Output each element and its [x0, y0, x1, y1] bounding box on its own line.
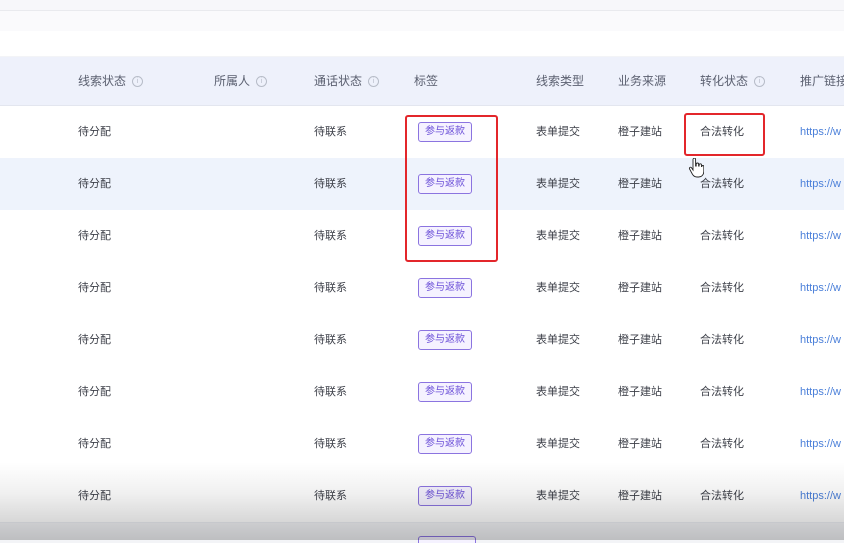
promo-link[interactable]: https://w: [800, 470, 841, 522]
source-cell: 橙子建站: [618, 230, 662, 242]
promo-link[interactable]: https://w: [800, 366, 841, 418]
call-status-cell: 待联系: [314, 490, 347, 502]
conversion-status-cell: 合法转化: [700, 490, 744, 502]
info-icon[interactable]: i: [256, 76, 268, 88]
promo-link[interactable]: https://w: [800, 210, 841, 262]
table-row[interactable]: 待分配 待联系 参与返款 表单提交 橙子建站 合法转化 https://w: [0, 470, 844, 523]
call-status-cell: 待联系: [314, 386, 347, 398]
tag-badge[interactable]: 参与返款: [418, 382, 472, 402]
lead-type-cell: 表单提交: [536, 126, 580, 138]
filter-bar: [0, 10, 844, 32]
conversion-status-cell: 合法转化: [700, 178, 744, 190]
column-header-owner: 所属人 i: [214, 57, 268, 105]
lead-status-cell: 待分配: [78, 490, 111, 502]
column-header-lead-status: 线索状态 i: [78, 57, 144, 105]
source-cell: 橙子建站: [618, 178, 662, 190]
conversion-status-cell: 合法转化: [700, 438, 744, 450]
toolbar-area: [0, 31, 844, 56]
lead-type-cell: 表单提交: [536, 230, 580, 242]
lead-type-cell: 表单提交: [536, 438, 580, 450]
lead-status-cell: 待分配: [78, 126, 111, 138]
column-header-promo-link: 推广链接: [800, 74, 844, 88]
promo-link[interactable]: https://w: [800, 106, 841, 158]
lead-status-cell: 待分配: [78, 438, 111, 450]
lead-type-cell: 表单提交: [536, 386, 580, 398]
source-cell: 橙子建站: [618, 386, 662, 398]
table-row[interactable]: 待分配 待联系 参与返款 表单提交 橙子建站 合法转化 https://w: [0, 262, 844, 315]
lead-type-cell: 表单提交: [536, 490, 580, 502]
table-row[interactable]: 待分配 待联系 参与返款 表单提交 橙子建站 合法转化 https://w: [0, 106, 844, 159]
source-cell: 橙子建站: [618, 126, 662, 138]
conversion-status-cell: 合法转化: [700, 230, 744, 242]
lead-type-cell: 表单提交: [536, 282, 580, 294]
info-icon[interactable]: i: [132, 76, 144, 88]
tag-badge[interactable]: 参与返款: [418, 434, 472, 454]
call-status-cell: 待联系: [314, 438, 347, 450]
lead-type-cell: 表单提交: [536, 334, 580, 346]
info-icon[interactable]: i: [754, 76, 766, 88]
tag-badge[interactable]: 参与返款: [418, 226, 472, 246]
promo-link[interactable]: https://w: [800, 314, 841, 366]
tag-badge[interactable]: 参与返款: [418, 330, 472, 350]
promo-link[interactable]: https://w: [800, 418, 841, 470]
top-bar: [0, 0, 844, 10]
lead-status-cell: 待分配: [78, 230, 111, 242]
conversion-status-cell: 合法转化: [700, 334, 744, 346]
conversion-status-cell: 合法转化: [700, 126, 744, 138]
column-header-source: 业务来源: [618, 74, 667, 88]
call-status-cell: 待联系: [314, 230, 347, 242]
lead-type-cell: 表单提交: [536, 178, 580, 190]
promo-link[interactable]: https://w: [800, 262, 841, 314]
lead-status-cell: 待分配: [78, 178, 111, 190]
tag-badge[interactable]: 参与返款: [418, 278, 472, 298]
tag-badge[interactable]: 参与返款: [418, 122, 472, 142]
conversion-status-cell: 合法转化: [700, 282, 744, 294]
lead-status-cell: 待分配: [78, 282, 111, 294]
table-row[interactable]: 待分配 待联系 参与返款 表单提交 橙子建站 合法转化 https://w: [0, 314, 844, 367]
table-row[interactable]: 待分配 待联系 参与返款 表单提交 橙子建站 合法转化 https://w: [0, 210, 844, 263]
column-header-lead-type: 线索类型: [536, 74, 585, 88]
source-cell: 橙子建站: [618, 334, 662, 346]
table-row[interactable]: 待分配 待联系 参与返款 表单提交 橙子建站 合法转化 https://w: [0, 158, 844, 211]
column-header-call-status: 通话状态 i: [314, 57, 380, 105]
source-cell: 橙子建站: [618, 438, 662, 450]
tag-badge[interactable]: 参与返款: [418, 486, 472, 506]
call-status-cell: 待联系: [314, 282, 347, 294]
table-row[interactable]: 待分配 待联系 参与返款 表单提交 橙子建站 合法转化 https://w: [0, 418, 844, 471]
column-header-conversion-status: 转化状态 i: [700, 57, 766, 105]
call-status-cell: 待联系: [314, 178, 347, 190]
promo-link[interactable]: https://w: [800, 158, 841, 210]
lead-status-cell: 待分配: [78, 386, 111, 398]
table-row[interactable]: 待分配 待联系 参与返款 表单提交 橙子建站 合法转化 https://w: [0, 366, 844, 419]
source-cell: 橙子建站: [618, 282, 662, 294]
column-header-tags: 标签: [414, 74, 439, 88]
table-header: 线索状态 i 所属人 i 通话状态 i 标签 线索类型 业务来源 转化状态 i 推广链接: [0, 57, 844, 106]
tag-badge[interactable]: 参与返款: [418, 174, 472, 194]
call-status-cell: 待联系: [314, 334, 347, 346]
source-cell: 橙子建站: [618, 490, 662, 502]
lead-status-cell: 待分配: [78, 334, 111, 346]
conversion-status-cell: 合法转化: [700, 386, 744, 398]
call-status-cell: 待联系: [314, 126, 347, 138]
hand-pointer-icon: [688, 158, 704, 178]
info-icon[interactable]: i: [368, 76, 380, 88]
